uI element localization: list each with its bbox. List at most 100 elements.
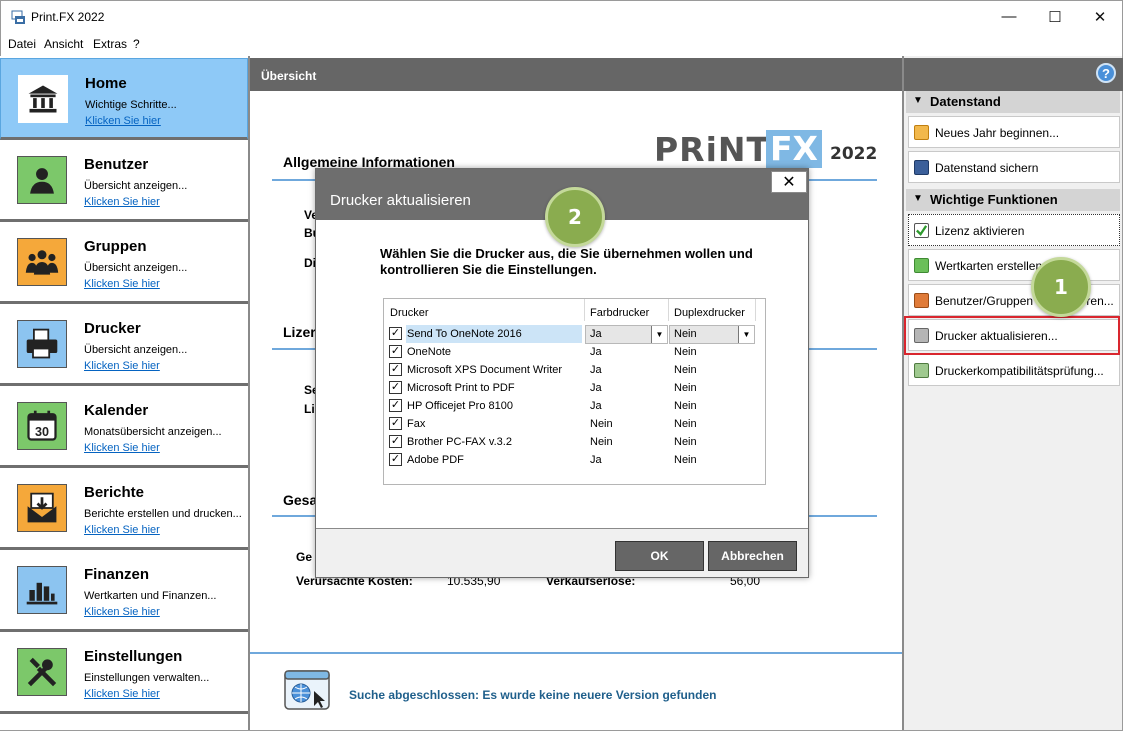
duplex-value: Nein: [674, 454, 697, 466]
license-check-icon: [914, 223, 929, 238]
cancel-button[interactable]: Abbrechen: [708, 541, 797, 571]
fragment-ge: Ge: [296, 550, 313, 564]
collapse-chevron-icon: ▼: [913, 193, 923, 204]
nav-item-finanzen[interactable]: Finanzen Wertkarten und Finanzen... Klicke…: [0, 550, 248, 632]
nav-link[interactable]: Klicken Sie hier: [84, 196, 160, 208]
printer-row[interactable]: ✓ Send To OneNote 2016 ▼ ▼ Ja Nein: [384, 325, 765, 344]
section-lizenz: Lizer: [283, 324, 316, 340]
printer-checkbox[interactable]: ✓: [389, 327, 402, 340]
printer-checkbox[interactable]: ✓: [389, 363, 402, 376]
maximize-button[interactable]: ☐: [1032, 1, 1078, 32]
group-label: Datenstand: [930, 94, 1001, 109]
browser-update-icon: [284, 670, 330, 710]
printer-checkbox[interactable]: ✓: [389, 417, 402, 430]
nav-item-benutzer[interactable]: Benutzer Übersicht anzeigen... Klicken Sie…: [0, 140, 248, 222]
color-value: Nein: [590, 418, 613, 430]
save-icon: [914, 160, 929, 175]
bank-icon: [18, 75, 68, 123]
dialog-title: Drucker aktualisieren: [330, 192, 471, 209]
title-bar: Print.FX 2022 — ☐ ✕: [0, 0, 1123, 32]
nav-item-berichte[interactable]: Berichte Berichte erstellen und drucken..…: [0, 468, 248, 550]
nav-link[interactable]: Klicken Sie hier: [84, 360, 160, 372]
nav-subtitle: Monatsübersicht anzeigen...: [84, 426, 222, 438]
dialog-close-button[interactable]: ✕: [771, 171, 807, 193]
printer-row[interactable]: ✓ Adobe PDF Ja Nein: [384, 451, 765, 469]
nav-link[interactable]: Klicken Sie hier: [84, 606, 160, 618]
col-header-printer: Drucker: [390, 307, 429, 319]
nav-link[interactable]: Klicken Sie hier: [84, 442, 160, 454]
button-label: Neues Jahr beginnen...: [935, 126, 1060, 140]
printer-name: Brother PC-FAX v.3.2: [407, 436, 512, 448]
printer-checkbox[interactable]: ✓: [389, 381, 402, 394]
menu-bar: Datei Ansicht Extras ?: [0, 32, 1123, 56]
window-title: Print.FX 2022: [31, 10, 105, 24]
nav-link[interactable]: Klicken Sie hier: [84, 688, 160, 700]
nav-item-kalender[interactable]: 30 Kalender Monatsübersicht anzeigen... Kli…: [0, 386, 248, 468]
printer-checkbox[interactable]: ✓: [389, 345, 402, 358]
duplex-value: Nein: [674, 400, 697, 412]
printer-name: Adobe PDF: [407, 454, 464, 466]
group-datenstand[interactable]: ▼ Datenstand: [906, 91, 1120, 113]
nav-title: Home: [85, 75, 127, 92]
printer-compat-button[interactable]: Druckerkompatibilitätsprüfung...: [908, 354, 1120, 386]
bottom-strip: [0, 730, 1123, 747]
help-button[interactable]: ?: [1096, 63, 1116, 83]
nav-item-home[interactable]: Home Wichtige Schritte... Klicken Sie hier: [0, 58, 248, 140]
nav-link[interactable]: Klicken Sie hier: [85, 115, 161, 127]
printer-row[interactable]: ✓ Brother PC-FAX v.3.2 Nein Nein: [384, 433, 765, 451]
printer-row[interactable]: ✓ Microsoft XPS Document Writer Ja Nein: [384, 361, 765, 379]
printer-row[interactable]: ✓ OneNote Ja Nein: [384, 343, 765, 361]
menu-help[interactable]: ?: [133, 37, 140, 51]
group-icon: [17, 238, 67, 286]
dialog-instruction: Wählen Sie die Drucker aus, die Sie über…: [380, 246, 753, 277]
group-label: Wichtige Funktionen: [930, 192, 1058, 207]
nav-link[interactable]: Klicken Sie hier: [84, 278, 160, 290]
duplex-value: Nein: [674, 418, 697, 430]
nav-subtitle: Einstellungen verwalten...: [84, 672, 210, 684]
printer-row[interactable]: ✓ Microsoft Print to PDF Ja Nein: [384, 379, 765, 397]
close-button[interactable]: ✕: [1077, 1, 1123, 32]
main-header: Übersicht: [250, 58, 902, 91]
nav-item-drucker[interactable]: Drucker Übersicht anzeigen... Klicken Sie …: [0, 304, 248, 386]
column-separator: [755, 299, 756, 321]
license-button[interactable]: Lizenz aktivieren: [908, 214, 1120, 246]
printer-checkbox[interactable]: ✓: [389, 453, 402, 466]
printer-name: HP Officejet Pro 8100: [407, 400, 513, 412]
printer-name: Microsoft XPS Document Writer: [407, 364, 563, 376]
printer-icon: [17, 320, 67, 368]
calendar-day: 30: [35, 425, 49, 439]
minimize-button[interactable]: —: [986, 1, 1032, 32]
new-year-button[interactable]: Neues Jahr beginnen...: [908, 116, 1120, 148]
menu-datei[interactable]: Datei: [8, 37, 36, 51]
dialog-footer: OK Abbrechen: [316, 528, 808, 577]
step-badge-1: 1: [1031, 257, 1091, 317]
backup-button[interactable]: Datenstand sichern: [908, 151, 1120, 183]
ok-button[interactable]: OK: [615, 541, 704, 571]
nav-link[interactable]: Klicken Sie hier: [84, 524, 160, 536]
color-value: Ja: [590, 328, 602, 340]
printer-checkbox[interactable]: ✓: [389, 435, 402, 448]
nav-item-gruppen[interactable]: Gruppen Übersicht anzeigen... Klicken Sie …: [0, 222, 248, 304]
printer-row[interactable]: ✓ HP Officejet Pro 8100 Ja Nein: [384, 397, 765, 415]
nav-subtitle: Übersicht anzeigen...: [84, 180, 188, 192]
nav-subtitle: Wichtige Schritte...: [85, 99, 177, 111]
printer-checkbox[interactable]: ✓: [389, 399, 402, 412]
menu-ansicht[interactable]: Ansicht: [44, 37, 83, 51]
group-funktionen[interactable]: ▼ Wichtige Funktionen: [906, 189, 1120, 211]
menu-extras[interactable]: Extras: [93, 37, 127, 51]
button-label: Lizenz aktivieren: [935, 224, 1025, 238]
section-gesamt: Gesa: [283, 492, 318, 508]
highlight-box: [904, 316, 1120, 355]
app-icon: [11, 10, 25, 24]
printer-name: Send To OneNote 2016: [407, 328, 522, 340]
nav-title: Berichte: [84, 484, 145, 501]
color-value: Ja: [590, 364, 602, 376]
printer-table: Drucker Farbdrucker Duplexdrucker ✓ Send …: [383, 298, 766, 485]
col-header-duplex: Duplexdrucker: [674, 307, 745, 319]
printer-row[interactable]: ✓ Fax Nein Nein: [384, 415, 765, 433]
nav-item-einstellungen[interactable]: Einstellungen Einstellungen verwalten... K…: [0, 632, 248, 714]
dropdown-arrow-icon: ▼: [651, 326, 667, 343]
nav-title: Gruppen: [84, 238, 147, 255]
right-panel: ? ▼ Datenstand Neues Jahr beginnen... Da…: [902, 56, 1123, 730]
duplex-value: Nein: [674, 364, 697, 376]
